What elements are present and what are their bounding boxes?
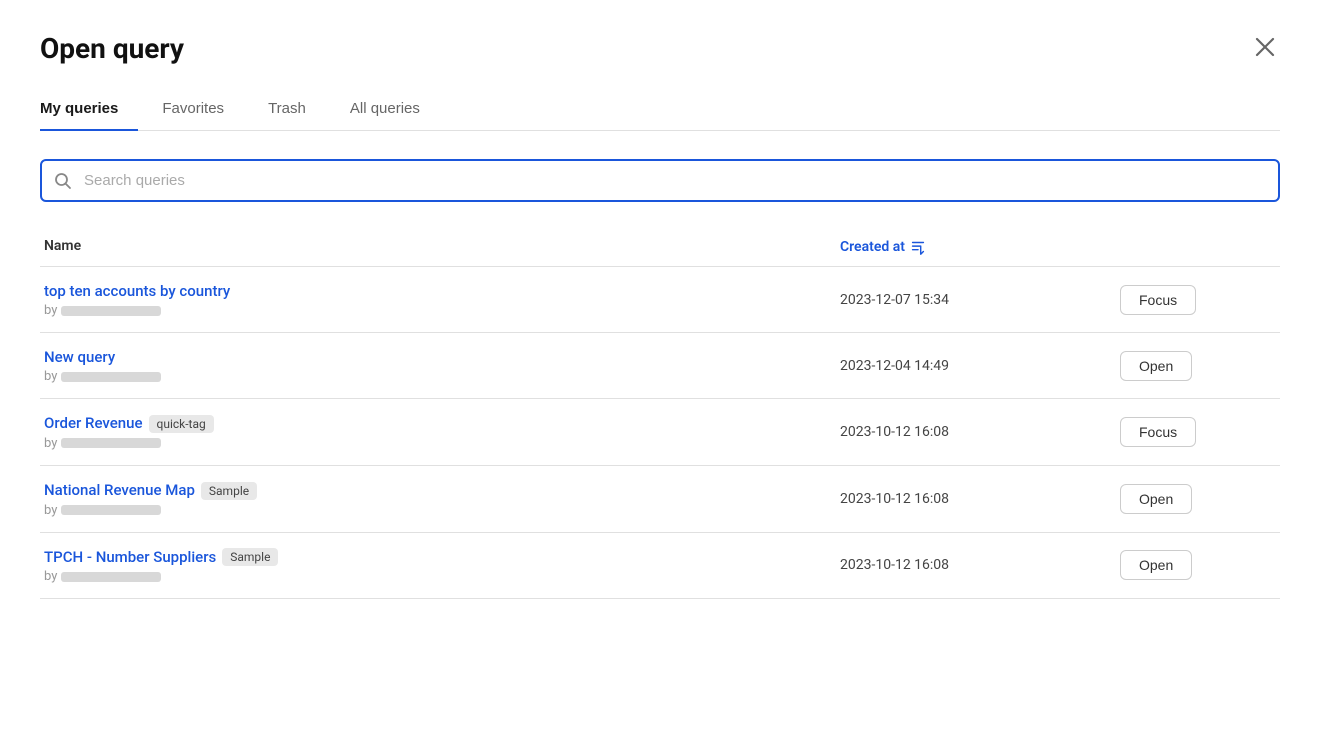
- row-tag: Sample: [222, 548, 278, 566]
- focus-button[interactable]: Focus: [1120, 285, 1196, 315]
- row-date: 2023-10-12 16:08: [840, 424, 1120, 440]
- row-date: 2023-10-12 16:08: [840, 491, 1120, 507]
- row-action-cell: Open: [1120, 484, 1280, 514]
- row-name-cell: New query by: [40, 347, 840, 384]
- query-link[interactable]: Order Revenue: [44, 414, 143, 432]
- open-button[interactable]: Open: [1120, 550, 1192, 580]
- table-row: National Revenue Map Sample by 2023-10-12…: [40, 466, 1280, 533]
- table-row: TPCH - Number Suppliers Sample by 2023-10…: [40, 533, 1280, 600]
- table-header: Name Created at: [40, 230, 1280, 267]
- col-name-header: Name: [40, 238, 840, 256]
- table-row: Order Revenue quick-tag by 2023-10-12 16:…: [40, 399, 1280, 466]
- table-row: New query by 2023-12-04 14:49 Open: [40, 333, 1280, 399]
- close-icon: [1254, 36, 1276, 58]
- row-action-cell: Focus: [1120, 285, 1280, 315]
- row-by-placeholder: [61, 306, 161, 316]
- row-by: by: [44, 303, 840, 318]
- row-by-placeholder: [61, 505, 161, 515]
- row-by-placeholder: [61, 372, 161, 382]
- row-name-cell: National Revenue Map Sample by: [40, 480, 840, 518]
- col-created-header[interactable]: Created at: [840, 238, 1120, 256]
- search-container: [40, 159, 1280, 202]
- row-action-cell: Focus: [1120, 417, 1280, 447]
- row-action-cell: Open: [1120, 351, 1280, 381]
- search-icon: [54, 172, 72, 190]
- query-table: Name Created at top ten accounts by coun…: [40, 230, 1280, 599]
- row-by: by: [44, 569, 840, 584]
- query-link[interactable]: National Revenue Map: [44, 481, 195, 499]
- row-tag: quick-tag: [149, 415, 214, 433]
- table-row: top ten accounts by country by 2023-12-0…: [40, 267, 1280, 333]
- open-button[interactable]: Open: [1120, 351, 1192, 381]
- tab-bar: My queries Favorites Trash All queries: [40, 90, 1280, 131]
- row-date: 2023-10-12 16:08: [840, 557, 1120, 573]
- tab-all-queries[interactable]: All queries: [350, 90, 440, 131]
- row-by-placeholder: [61, 572, 161, 582]
- query-link[interactable]: top ten accounts by country: [44, 282, 230, 300]
- focus-button[interactable]: Focus: [1120, 417, 1196, 447]
- row-name-cell: top ten accounts by country by: [40, 281, 840, 318]
- sort-icon: [909, 238, 927, 256]
- row-name-cell: Order Revenue quick-tag by: [40, 413, 840, 451]
- dialog-title: Open query: [40, 32, 184, 65]
- tab-trash[interactable]: Trash: [268, 90, 326, 131]
- dialog-header: Open query: [40, 32, 1280, 66]
- row-by: by: [44, 503, 840, 518]
- row-name-cell: TPCH - Number Suppliers Sample by: [40, 547, 840, 585]
- row-date: 2023-12-04 14:49: [840, 358, 1120, 374]
- row-tag: Sample: [201, 482, 257, 500]
- open-button[interactable]: Open: [1120, 484, 1192, 514]
- open-query-dialog: Open query My queries Favorites Trash Al…: [0, 0, 1320, 730]
- row-by: by: [44, 436, 840, 451]
- tab-my-queries[interactable]: My queries: [40, 90, 138, 131]
- search-input[interactable]: [40, 159, 1280, 202]
- row-by-placeholder: [61, 438, 161, 448]
- query-link[interactable]: TPCH - Number Suppliers: [44, 548, 216, 566]
- col-action-header: [1120, 238, 1280, 256]
- tab-favorites[interactable]: Favorites: [162, 90, 244, 131]
- row-date: 2023-12-07 15:34: [840, 292, 1120, 308]
- row-action-cell: Open: [1120, 550, 1280, 580]
- close-button[interactable]: [1250, 32, 1280, 66]
- row-by: by: [44, 369, 840, 384]
- query-link[interactable]: New query: [44, 348, 115, 366]
